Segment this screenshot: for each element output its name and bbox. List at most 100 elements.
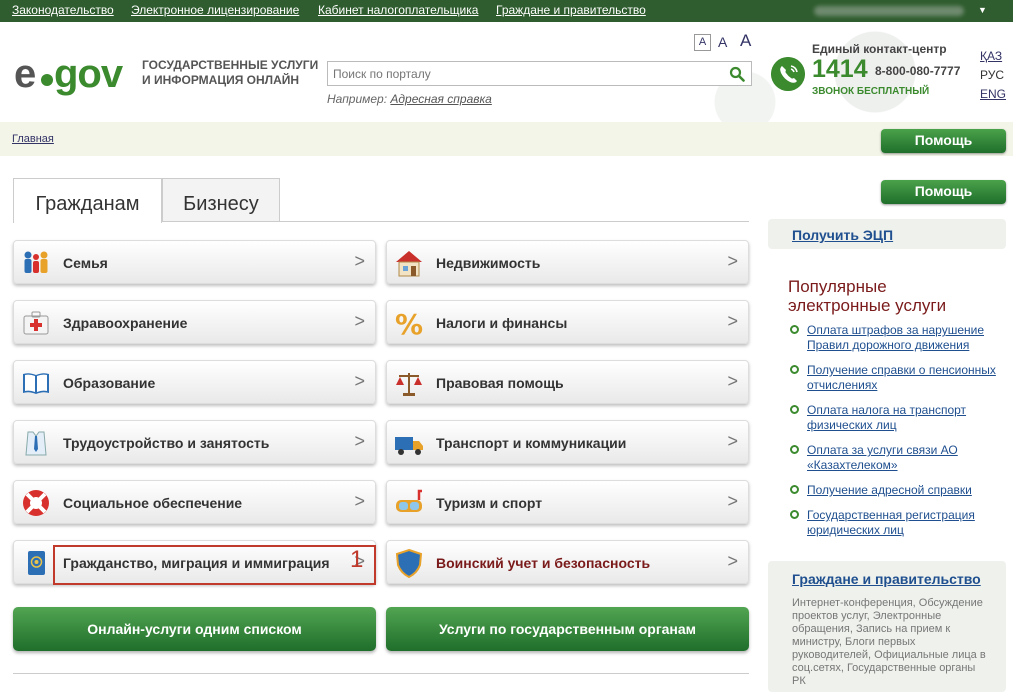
logo-e: e: [14, 52, 36, 96]
font-size-medium[interactable]: A: [718, 34, 727, 50]
highlight-step-number: 1: [350, 546, 364, 573]
topbar-link-taxpayer-cabinet[interactable]: Кабинет налогоплательщика: [318, 3, 478, 17]
popular-service-link[interactable]: Государственная регистрация юридических …: [807, 508, 975, 537]
category-taxes-finance[interactable]: % Налоги и финансы >: [386, 300, 749, 344]
tab-business[interactable]: Бизнесу: [162, 178, 280, 222]
services-by-agency-button[interactable]: Услуги по государственным органам: [386, 607, 749, 651]
shield-icon: [395, 548, 423, 579]
help-button-side[interactable]: Помощь: [881, 180, 1006, 204]
font-size-large[interactable]: A: [740, 31, 751, 51]
category-label: Туризм и спорт: [436, 495, 543, 511]
category-label: Здравоохранение: [63, 315, 188, 331]
truck-icon: [395, 437, 423, 455]
category-tourism-sport[interactable]: Туризм и спорт >: [386, 480, 749, 524]
get-ecp-link[interactable]: Получить ЭЦП: [792, 227, 893, 243]
list-item: Получение справки о пенсионных отчислени…: [790, 363, 1005, 393]
online-services-list-button[interactable]: Онлайн-услуги одним списком: [13, 607, 376, 651]
chevron-right-icon: >: [727, 311, 738, 331]
chevron-right-icon: >: [727, 251, 738, 271]
medical-kit-icon: [23, 311, 49, 335]
category-military-security[interactable]: Воинский учет и безопасность >: [386, 540, 749, 584]
citizens-government-link[interactable]: Граждане и правительство: [792, 571, 981, 587]
category-education[interactable]: Образование >: [13, 360, 376, 404]
lang-rus: РУС: [980, 68, 1005, 82]
portal-search: [327, 61, 752, 86]
category-real-estate[interactable]: Недвижимость >: [386, 240, 749, 284]
chevron-right-icon: >: [354, 251, 365, 271]
citizens-government-panel: Граждане и правительство Интернет-конфер…: [768, 561, 1006, 692]
svg-text:%: %: [395, 308, 423, 339]
lang-kaz[interactable]: ҚАЗ: [980, 49, 1006, 63]
circle-bullet-icon: [790, 325, 799, 334]
lang-eng[interactable]: ENG: [980, 87, 1006, 101]
topbar-link-citizens-government[interactable]: Граждане и правительство: [496, 3, 646, 17]
shirt-tie-icon: [25, 431, 47, 456]
popular-service-link[interactable]: Оплата налога на транспорт физических ли…: [807, 403, 966, 432]
category-label: Недвижимость: [436, 255, 541, 271]
chevron-right-icon: >: [727, 431, 738, 451]
list-item: Государственная регистрация юридических …: [790, 508, 1005, 538]
category-label: Правовая помощь: [436, 375, 564, 391]
popular-services-title: Популярные электронные услуги: [788, 277, 947, 315]
search-input[interactable]: [328, 62, 723, 85]
chevron-right-icon: >: [727, 491, 738, 511]
help-button-top[interactable]: Помощь: [881, 129, 1006, 153]
category-social-security[interactable]: Социальное обеспечение >: [13, 480, 376, 524]
book-icon: [23, 373, 49, 394]
site-header: e gov ГОСУДАРСТВЕННЫЕ УСЛУГИ И ИНФОРМАЦИ…: [0, 22, 1013, 122]
popular-service-link[interactable]: Получение справки о пенсионных отчислени…: [807, 363, 996, 392]
egov-logo[interactable]: e gov: [14, 52, 134, 96]
category-label: Семья: [63, 255, 108, 271]
circle-bullet-icon: [790, 405, 799, 414]
chevron-right-icon: >: [354, 491, 365, 511]
popular-services-list: Оплата штрафов за нарушение Правил дорож…: [790, 323, 1005, 548]
topbar-link-licensing[interactable]: Электронное лицензирование: [131, 3, 299, 17]
category-transport[interactable]: Транспорт и коммуникации >: [386, 420, 749, 464]
category-employment[interactable]: Трудоустройство и занятость >: [13, 420, 376, 464]
chevron-right-icon: >: [354, 311, 365, 331]
breadcrumb-home[interactable]: Главная: [12, 133, 54, 145]
chevron-right-icon: >: [727, 551, 738, 571]
ecp-panel: Получить ЭЦП: [768, 219, 1006, 249]
long-phone-number: 8-800-080-7777: [875, 64, 961, 78]
popular-service-link[interactable]: Получение адресной справки: [807, 483, 972, 497]
language-switcher: ҚАЗ РУС ENG: [980, 49, 1006, 106]
category-label: Воинский учет и безопасность: [436, 555, 651, 571]
phone-icon: [771, 57, 805, 91]
citizens-government-description: Интернет-конференция, Обсуждение проекто…: [792, 597, 986, 687]
search-example: Например: Адресная справка: [327, 92, 492, 106]
chevron-right-icon: >: [354, 431, 365, 451]
top-navigation-bar: Законодательство Электронное лицензирова…: [0, 0, 1013, 22]
topbar-link-legislation[interactable]: Законодательство: [12, 3, 114, 17]
category-healthcare[interactable]: Здравоохранение >: [13, 300, 376, 344]
example-link[interactable]: Адресная справка: [390, 92, 491, 106]
font-size-small[interactable]: A: [694, 34, 711, 51]
tab-citizens[interactable]: Гражданам: [13, 178, 162, 223]
contact-center-title: Единый контакт-центр: [812, 42, 947, 56]
highlight-box: [53, 545, 376, 585]
logo-dot-icon: [41, 74, 53, 86]
family-icon: [24, 251, 48, 273]
breadcrumb: Главная: [0, 122, 1013, 156]
list-item: Оплата налога на транспорт физических ли…: [790, 403, 1005, 433]
list-item: Оплата за услуги связи АО «Казахтелеком»: [790, 443, 1005, 473]
user-menu[interactable]: ▼: [796, 2, 996, 20]
diving-mask-icon: [396, 489, 422, 512]
category-label: Налоги и финансы: [436, 315, 568, 331]
free-call-label: ЗВОНОК БЕСПЛАТНЫЙ: [812, 86, 930, 97]
circle-bullet-icon: [790, 445, 799, 454]
category-label: Транспорт и коммуникации: [436, 435, 627, 451]
search-icon[interactable]: [729, 66, 745, 82]
category-legal-aid[interactable]: Правовая помощь >: [386, 360, 749, 404]
category-label: Социальное обеспечение: [63, 495, 243, 511]
caret-down-icon: ▼: [978, 5, 987, 15]
site-tagline: ГОСУДАРСТВЕННЫЕ УСЛУГИ И ИНФОРМАЦИЯ ОНЛА…: [142, 58, 319, 87]
popular-service-link[interactable]: Оплата штрафов за нарушение Правил дорож…: [807, 323, 984, 352]
chevron-right-icon: >: [727, 371, 738, 391]
circle-bullet-icon: [790, 485, 799, 494]
short-phone-number: 1414: [812, 55, 868, 83]
content-divider: [13, 673, 749, 674]
example-prefix: Например:: [327, 92, 388, 106]
popular-service-link[interactable]: Оплата за услуги связи АО «Казахтелеком»: [807, 443, 958, 472]
category-family[interactable]: Семья >: [13, 240, 376, 284]
